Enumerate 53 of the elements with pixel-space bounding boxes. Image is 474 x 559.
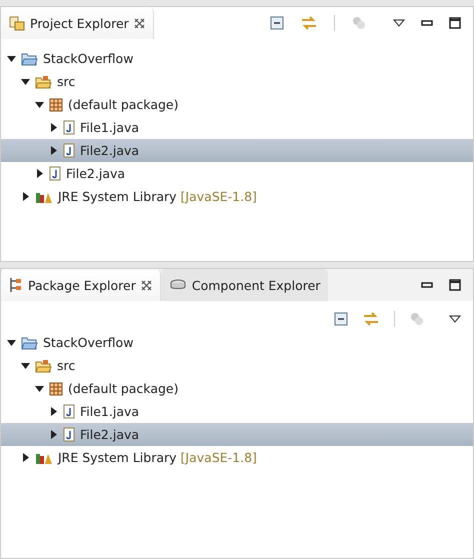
java-file-icon: [63, 427, 75, 442]
collapsed-arrow-icon[interactable]: [49, 123, 58, 132]
package-explorer-icon: [9, 277, 23, 293]
tree-item[interactable]: File1.java: [1, 116, 473, 139]
minimize-icon[interactable]: [421, 282, 433, 288]
tree-item[interactable]: (default package): [1, 377, 473, 400]
expanded-arrow-icon[interactable]: [7, 338, 16, 347]
tree-item[interactable]: File2.java: [1, 139, 473, 162]
view-tab[interactable]: Project Explorer: [1, 7, 154, 39]
minimize-icon[interactable]: [421, 20, 433, 26]
expanded-arrow-icon[interactable]: [35, 100, 44, 109]
java-file-icon: [49, 166, 61, 181]
package-folder-icon: [35, 74, 52, 88]
view-menu-icon[interactable]: [393, 19, 405, 27]
collapsed-arrow-icon[interactable]: [49, 407, 58, 416]
view-menu-icon[interactable]: [449, 315, 461, 323]
expanded-arrow-icon[interactable]: [35, 384, 44, 393]
tree-item[interactable]: File2.java: [1, 162, 473, 185]
tree-item[interactable]: (default package): [1, 93, 473, 116]
collapsed-arrow-icon[interactable]: [49, 430, 58, 439]
expanded-arrow-icon[interactable]: [21, 77, 30, 86]
collapsed-arrow-icon[interactable]: [49, 146, 58, 155]
collapsed-arrow-icon[interactable]: [21, 192, 30, 201]
package-folder-icon: [35, 358, 52, 372]
close-icon[interactable]: [134, 18, 145, 28]
expanded-arrow-icon[interactable]: [7, 54, 16, 63]
collapse-all-icon[interactable]: [334, 312, 348, 326]
view-tab[interactable]: Component Explorer: [160, 269, 328, 301]
maximize-icon[interactable]: [449, 17, 461, 29]
java-file-icon: [63, 404, 75, 419]
tree-item[interactable]: src: [1, 70, 473, 93]
tree-item[interactable]: JRE System Library [JavaSE-1.8]: [1, 446, 473, 469]
package-icon: [49, 98, 63, 112]
view-tab[interactable]: Package Explorer: [1, 269, 161, 301]
package-icon: [49, 382, 63, 396]
close-icon[interactable]: [140, 280, 152, 290]
tree-item[interactable]: StackOverflow: [1, 47, 473, 70]
folder-icon: [21, 336, 38, 350]
tree-item[interactable]: src: [1, 354, 473, 377]
component-icon: [168, 278, 187, 292]
tree-item[interactable]: File2.java: [1, 423, 473, 446]
tree-item[interactable]: JRE System Library [JavaSE-1.8]: [1, 185, 473, 208]
tree-item[interactable]: File1.java: [1, 400, 473, 423]
folder-icon: [21, 52, 38, 66]
collapsed-arrow-icon[interactable]: [21, 453, 30, 462]
java-file-icon: [63, 120, 75, 135]
java-file-icon: [63, 143, 75, 158]
tree-item[interactable]: StackOverflow: [1, 331, 473, 354]
maximize-icon[interactable]: [449, 279, 461, 291]
collapse-all-icon[interactable]: [270, 16, 284, 30]
collapsed-arrow-icon[interactable]: [35, 169, 44, 178]
project-explorer-icon: [9, 15, 25, 31]
expanded-arrow-icon[interactable]: [21, 361, 30, 370]
